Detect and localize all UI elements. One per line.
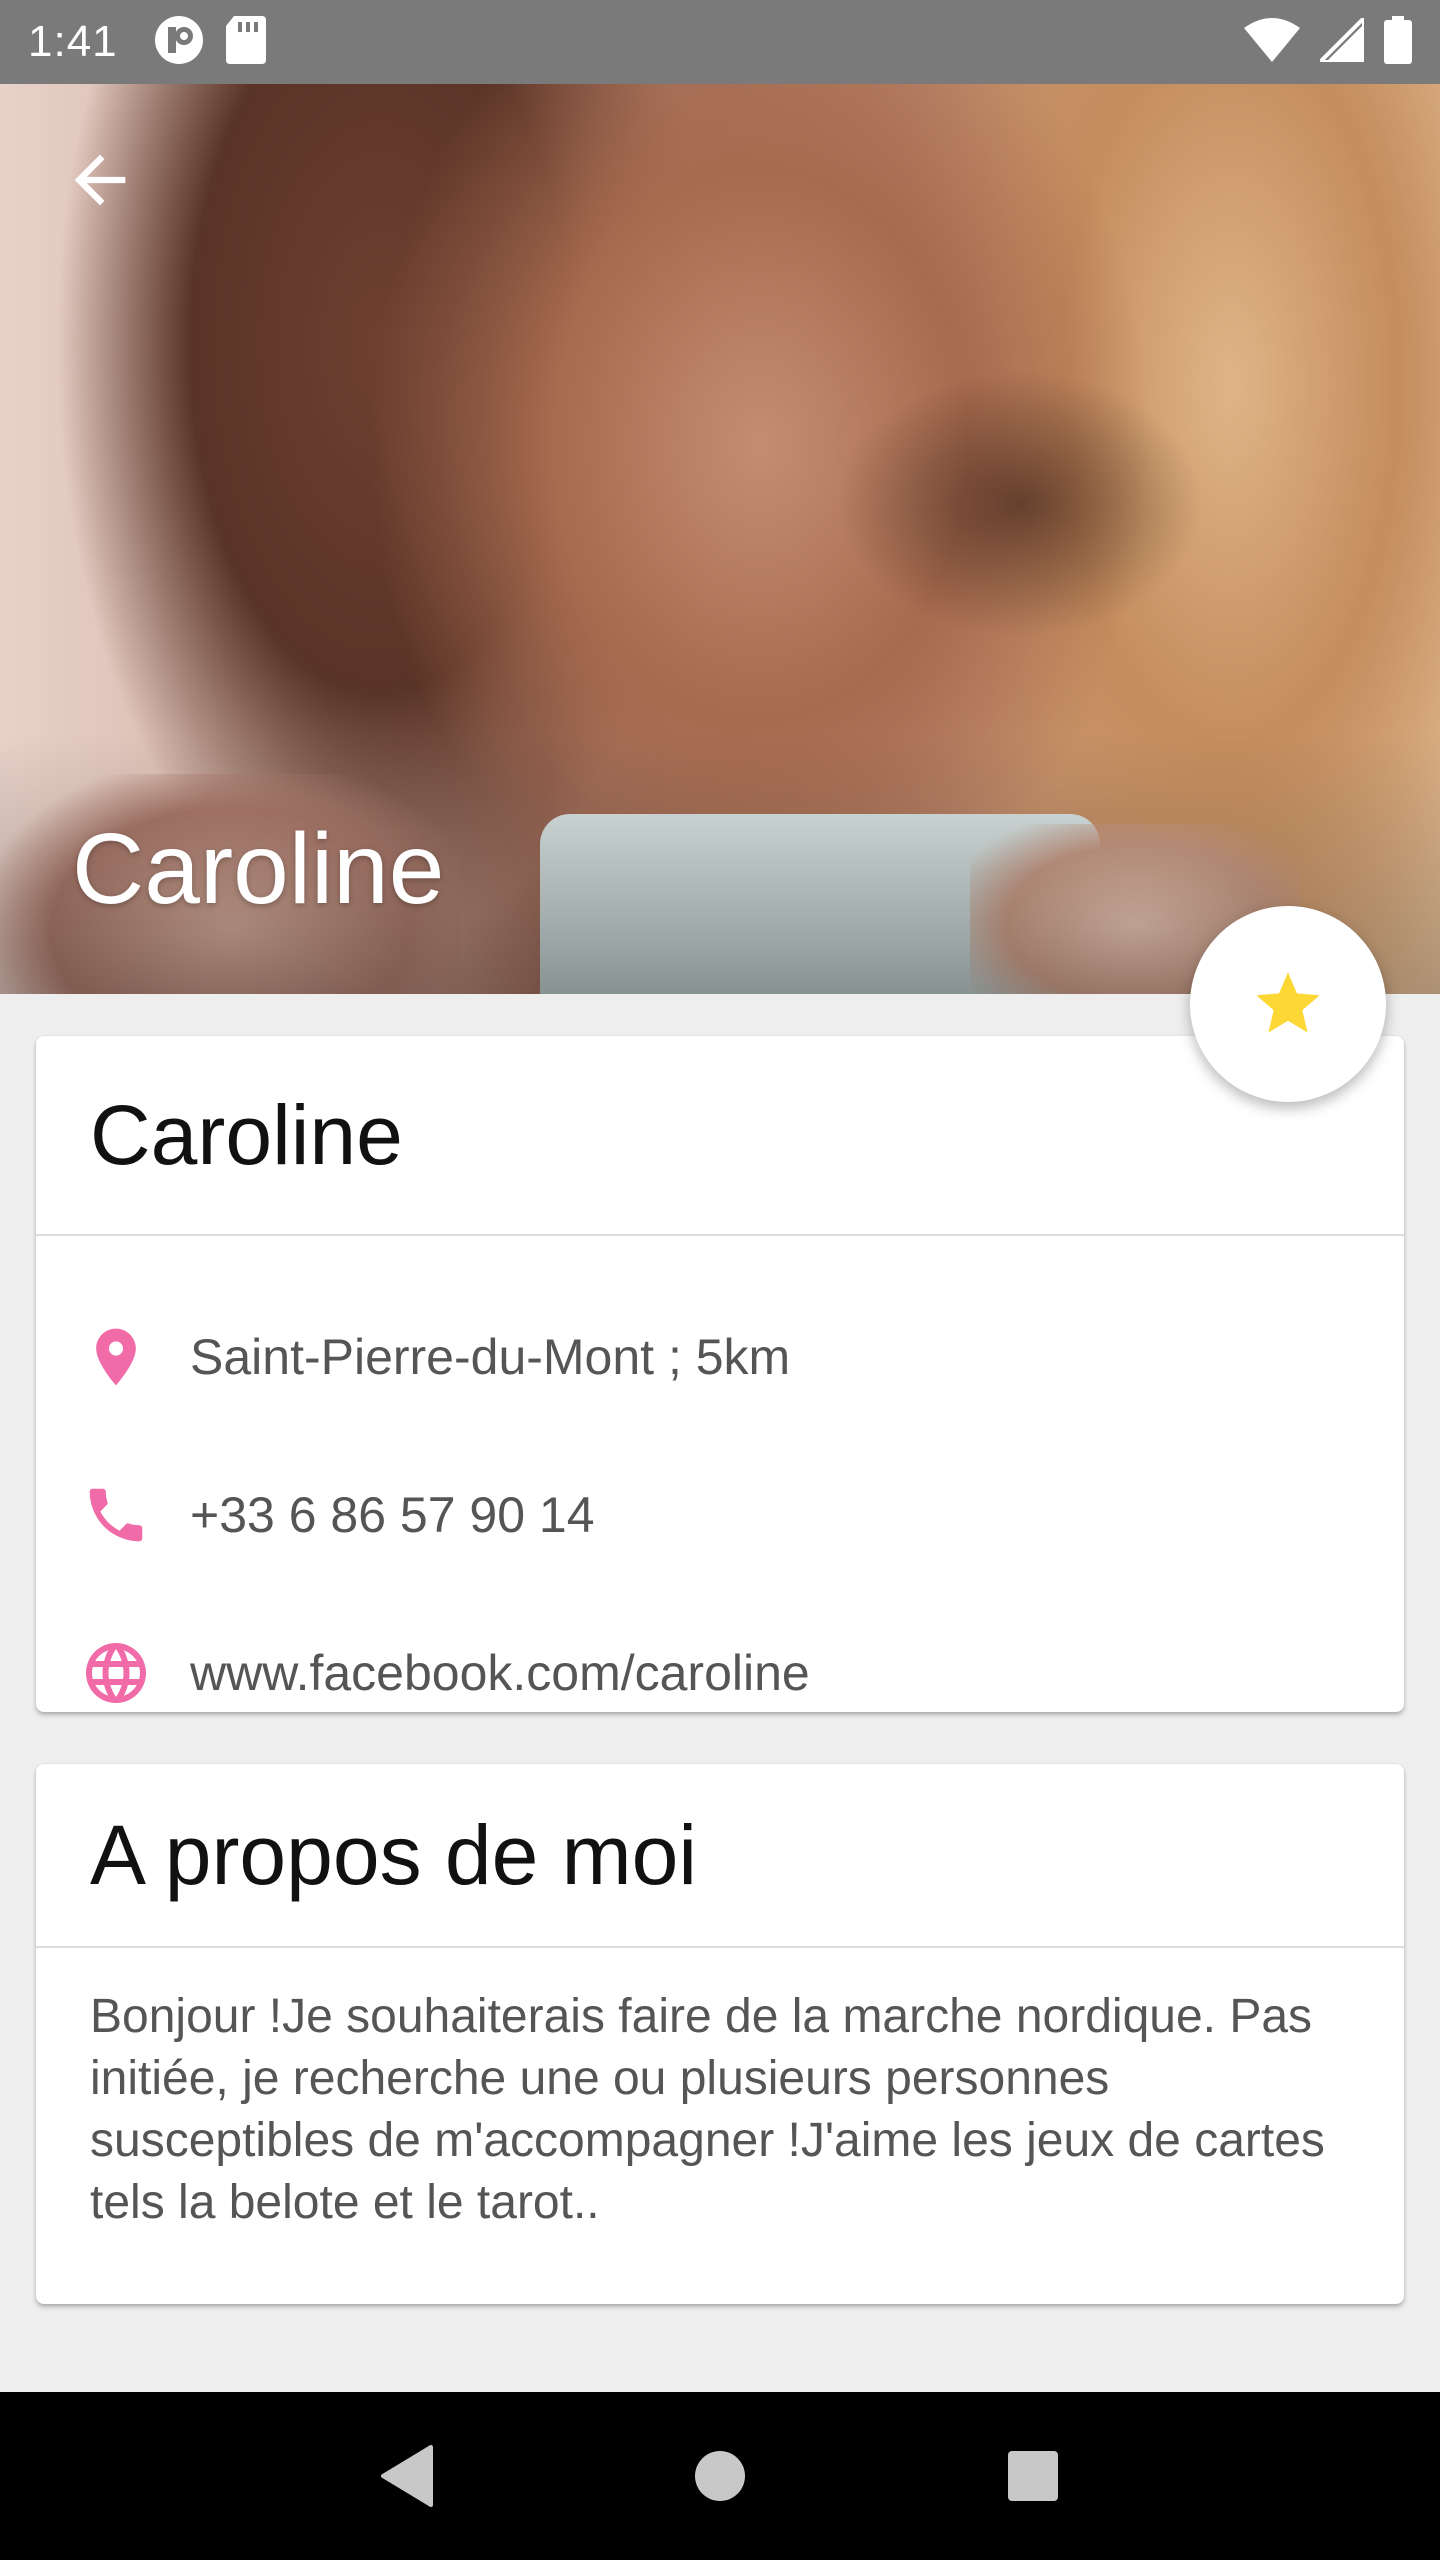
about-card-header: A propos de moi <box>36 1764 1404 1948</box>
arrow-back-icon <box>74 154 126 206</box>
battery-icon <box>1384 15 1412 69</box>
about-card: A propos de moi Bonjour !Je souhaiterais… <box>36 1764 1404 2304</box>
nav-recents-button[interactable] <box>973 2416 1093 2536</box>
nav-home-button[interactable] <box>660 2416 780 2536</box>
back-triangle-icon <box>380 2445 433 2507</box>
phone-text: +33 6 86 57 90 14 <box>190 1487 595 1543</box>
globe-icon <box>78 1635 154 1711</box>
website-text: www.facebook.com/caroline <box>190 1645 810 1701</box>
screen: 1:41 Caroline Caroline Saint-Pierre-du-M… <box>0 0 1440 2560</box>
notification-app-icon <box>154 15 204 70</box>
status-left-icons <box>154 15 266 70</box>
about-text: Bonjour !Je souhaiterais faire de la mar… <box>90 1990 1325 2229</box>
contact-name: Caroline <box>90 1087 403 1182</box>
about-title: A propos de moi <box>90 1807 698 1902</box>
recents-square-icon <box>1008 2451 1059 2501</box>
sd-card-icon <box>225 15 266 69</box>
status-bar: 1:41 <box>0 0 1440 84</box>
phone-row[interactable]: +33 6 86 57 90 14 <box>36 1450 1404 1580</box>
location-row[interactable]: Saint-Pierre-du-Mont ; 5km <box>36 1292 1404 1422</box>
website-row[interactable]: www.facebook.com/caroline <box>36 1608 1404 1738</box>
location-pin-icon <box>78 1319 154 1395</box>
status-time: 1:41 <box>28 17 118 66</box>
star-icon <box>1256 972 1320 1033</box>
location-text: Saint-Pierre-du-Mont ; 5km <box>190 1329 791 1385</box>
phone-icon <box>78 1477 154 1553</box>
back-button[interactable] <box>50 130 150 230</box>
wifi-icon <box>1244 17 1300 67</box>
cellular-signal-icon <box>1315 12 1366 67</box>
contact-card-header: Caroline <box>36 1036 1404 1236</box>
system-nav-bar <box>0 2392 1440 2560</box>
home-circle-icon <box>694 2451 745 2501</box>
favorite-button[interactable] <box>1190 906 1386 1102</box>
hero-title: Caroline <box>72 813 445 925</box>
nav-back-button[interactable] <box>347 2416 467 2536</box>
status-right-icons <box>1244 12 1412 69</box>
contact-info-card: Caroline Saint-Pierre-du-Mont ; 5km +33 … <box>36 1036 1404 1712</box>
